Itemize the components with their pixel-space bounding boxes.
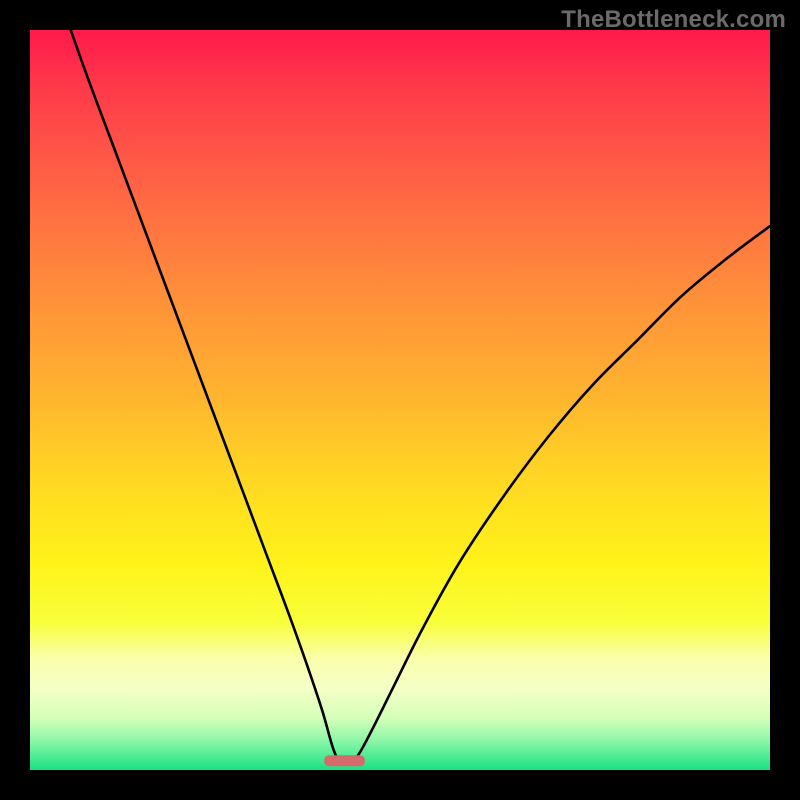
chart-svg bbox=[30, 30, 770, 770]
plot-area bbox=[30, 30, 770, 770]
minimum-marker bbox=[324, 755, 365, 766]
watermark-text: TheBottleneck.com bbox=[561, 6, 786, 34]
chart-frame: TheBottleneck.com bbox=[0, 0, 800, 800]
bottleneck-curve bbox=[71, 30, 770, 764]
